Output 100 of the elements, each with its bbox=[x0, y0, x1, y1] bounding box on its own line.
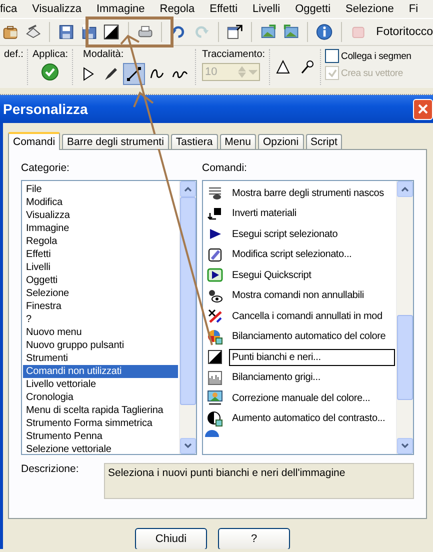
scroll-thumb[interactable] bbox=[180, 197, 196, 405]
menu-item[interactable]: Livelli bbox=[245, 3, 288, 15]
category-item[interactable]: Strumento Penna bbox=[23, 430, 178, 443]
command-item[interactable]: Mostra barre degli strumenti nascos bbox=[229, 184, 395, 202]
category-item[interactable]: Effetti bbox=[23, 248, 178, 261]
info-icon[interactable] bbox=[316, 23, 333, 41]
chevron-down-icon bbox=[184, 443, 192, 449]
category-item[interactable]: Selezione bbox=[23, 287, 178, 300]
presets-label: def.: bbox=[4, 49, 24, 60]
command-item[interactable]: Mostra comandi non annullabili bbox=[229, 287, 395, 304]
save-icon[interactable] bbox=[58, 23, 75, 41]
command-item[interactable]: Bilanciamento grigi... bbox=[229, 369, 395, 386]
checkbox[interactable] bbox=[325, 49, 340, 63]
category-item[interactable]: Immagine bbox=[23, 222, 178, 235]
tab[interactable]: Opzioni bbox=[258, 134, 304, 149]
triangle-icon[interactable] bbox=[274, 58, 292, 76]
swap-colors-icon bbox=[207, 206, 223, 222]
menu-item[interactable]: Oggetti bbox=[288, 3, 338, 15]
command-item[interactable]: Esegui script selezionato bbox=[229, 226, 395, 243]
category-item[interactable]: ? bbox=[23, 313, 178, 326]
tab[interactable]: Script bbox=[306, 134, 342, 149]
scanner-icon[interactable] bbox=[24, 23, 42, 41]
checkbox-label: Collega i segmen bbox=[341, 50, 412, 62]
category-item[interactable]: Livello vettoriale bbox=[23, 378, 178, 391]
category-item[interactable]: File bbox=[23, 183, 178, 196]
histogram-icon bbox=[207, 370, 223, 386]
scroll-up-button[interactable] bbox=[397, 181, 413, 197]
spin-arrows-icon bbox=[237, 65, 260, 79]
dialog-button[interactable]: Chiudi bbox=[135, 528, 207, 549]
category-item[interactable]: Finestra bbox=[23, 300, 178, 313]
menu-item[interactable]: Fi bbox=[401, 3, 418, 15]
close-icon bbox=[418, 104, 428, 114]
check-icon bbox=[328, 68, 337, 78]
mode-button[interactable] bbox=[123, 63, 146, 85]
menu-item[interactable]: Selezione bbox=[338, 3, 402, 15]
chevron-down-icon bbox=[401, 443, 409, 449]
chevron-up-icon bbox=[401, 186, 409, 192]
command-item[interactable]: Aumento automatico del contrasto... bbox=[229, 410, 395, 428]
cross-arrow-icon bbox=[207, 308, 223, 324]
toolbars-icon bbox=[207, 185, 223, 202]
scroll-down-button[interactable] bbox=[397, 438, 413, 454]
category-item[interactable]: Menu di scelta rapida Taglierina bbox=[23, 404, 178, 417]
dialog-button[interactable]: ? bbox=[218, 528, 290, 549]
window-icon[interactable] bbox=[226, 23, 244, 41]
chevron-up-icon bbox=[184, 186, 192, 192]
line-icon bbox=[125, 65, 144, 83]
close-button[interactable] bbox=[413, 98, 433, 120]
bug-eye-icon bbox=[207, 288, 223, 304]
workspace-label[interactable]: Fotoritocco bbox=[376, 26, 433, 38]
command-item[interactable]: Inverti materiali bbox=[229, 205, 395, 222]
tab[interactable]: Comandi bbox=[8, 132, 60, 150]
category-item[interactable]: Modifica bbox=[23, 196, 178, 209]
apply-check-icon[interactable] bbox=[41, 63, 60, 81]
category-item[interactable]: Livelli bbox=[23, 261, 178, 274]
command-item[interactable]: Cancella i comandi annullati in mod bbox=[229, 308, 395, 325]
mode-label: Modalità: bbox=[82, 49, 125, 60]
command-item[interactable]: Correzione manuale del colore... bbox=[229, 390, 395, 407]
description-label: Descrizione: bbox=[21, 463, 80, 477]
tracking-label: Tracciamento: bbox=[202, 49, 266, 60]
category-item[interactable]: Cronologia bbox=[23, 391, 178, 404]
scroll-thumb[interactable] bbox=[397, 315, 413, 400]
apply-label: Applica: bbox=[32, 49, 68, 60]
command-item[interactable]: Modifica script selezionato... bbox=[229, 246, 395, 264]
tab[interactable]: Tastiera bbox=[170, 134, 218, 149]
category-item[interactable]: Strumento Forma simmetrica bbox=[23, 417, 178, 430]
command-item[interactable]: Punti bianchi e neri... bbox=[229, 348, 395, 366]
portrait-icon bbox=[207, 390, 223, 406]
menu-item[interactable]: Regola bbox=[152, 3, 202, 15]
category-item[interactable]: Visualizza bbox=[23, 209, 178, 222]
command-item[interactable]: Esegui Quickscript bbox=[229, 266, 395, 284]
script-feather-icon bbox=[207, 246, 223, 263]
menu-item[interactable]: Immagine bbox=[88, 3, 152, 15]
commands-label: Comandi: bbox=[202, 162, 248, 174]
category-item[interactable]: Selezione vettoriale bbox=[23, 443, 178, 454]
scroll-down-button[interactable] bbox=[180, 438, 196, 454]
description-box: Seleziona i nuovi punti bianchi e neri dell'immagine bbox=[104, 463, 414, 499]
checkbox-label: Crea su vettore bbox=[341, 68, 403, 78]
diagonal-split-icon[interactable] bbox=[103, 23, 120, 41]
category-item[interactable]: Oggetti bbox=[23, 274, 178, 287]
contrast-icon bbox=[207, 410, 223, 427]
menu-item[interactable]: fica bbox=[0, 3, 25, 15]
color-ball-icon bbox=[207, 328, 223, 345]
window-title: Personalizza bbox=[3, 101, 88, 117]
category-item[interactable]: Comandi non utilizzati bbox=[23, 365, 178, 378]
categories-label: Categorie: bbox=[21, 162, 70, 174]
category-item[interactable]: Strumenti bbox=[23, 352, 178, 365]
menu-item[interactable]: Effetti bbox=[202, 3, 246, 15]
tab[interactable]: Barre degli strumenti bbox=[62, 134, 169, 149]
category-item[interactable]: Regola bbox=[23, 235, 178, 248]
menu-item[interactable]: Visualizza bbox=[24, 3, 89, 15]
command-item[interactable]: Bilanciamento automatico del colore bbox=[229, 328, 395, 346]
tab[interactable]: Menu bbox=[220, 134, 256, 149]
scroll-up-button[interactable] bbox=[180, 181, 196, 197]
picture-icon[interactable] bbox=[260, 23, 277, 41]
category-item[interactable]: Nuovo gruppo pulsanti bbox=[23, 339, 178, 352]
picture-icon[interactable] bbox=[282, 23, 300, 41]
script-play-icon bbox=[207, 267, 223, 284]
briefcase-icon[interactable] bbox=[2, 23, 19, 41]
diagonal-split-icon bbox=[207, 349, 223, 366]
category-item[interactable]: Nuovo menu bbox=[23, 326, 178, 339]
